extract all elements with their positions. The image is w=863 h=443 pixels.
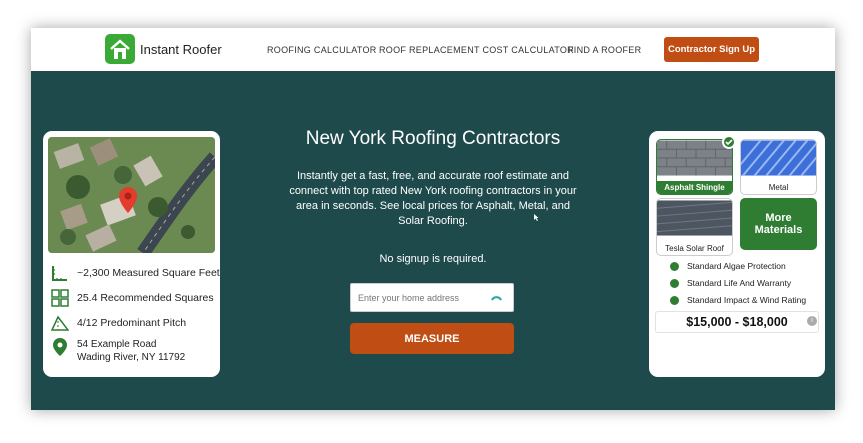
arrow-circle-icon — [670, 278, 679, 288]
top-nav: Instant Roofer ROOFING CALCULATOR ROOF R… — [31, 28, 835, 71]
feature-impact-text: Standard Impact & Wind Rating — [687, 295, 807, 305]
feature-impact: Standard Impact & Wind Rating — [670, 295, 806, 305]
feature-algae: Standard Algae Protection — [670, 261, 786, 271]
mouse-cursor-icon — [534, 214, 539, 221]
square-feet-value: ~2,300 Measured Square Feet — [77, 267, 220, 279]
nav-roof-replacement-calculator[interactable]: ROOF REPLACEMENT COST CALCULATOR — [379, 45, 574, 55]
material-tile-asphalt[interactable]: Asphalt Shingle — [656, 139, 733, 195]
tesla-solar-label: Tesla Solar Roof — [665, 244, 724, 253]
address-line-2: Wading River, NY 11792 — [77, 352, 186, 363]
map-pin-icon — [53, 338, 67, 356]
feature-warranty: Standard Life And Warranty — [670, 278, 791, 288]
logo-house-icon[interactable] — [105, 34, 135, 64]
metal-label: Metal — [768, 183, 789, 192]
info-icon[interactable]: i — [807, 316, 817, 326]
stat-squares: 25.4 Recommended Squares — [51, 289, 214, 307]
loading-spinner-icon — [491, 296, 502, 301]
address-line-1: 54 Example Road — [77, 339, 157, 350]
price-estimate: $15,000 - $18,000 — [655, 311, 819, 333]
squares-value: 25.4 Recommended Squares — [77, 292, 214, 304]
logo-text[interactable]: Instant Roofer — [140, 42, 222, 57]
asphalt-shingle-image — [657, 140, 732, 176]
ruler-icon — [52, 266, 67, 281]
measure-button[interactable]: MEASURE — [350, 323, 514, 354]
more-materials-line-1: More — [765, 212, 792, 224]
map-marker-icon — [119, 187, 137, 213]
nav-roofing-calculator[interactable]: ROOFING CALCULATOR — [267, 45, 377, 55]
more-materials-line-2: Materials — [754, 224, 803, 236]
feature-algae-text: Standard Algae Protection — [687, 261, 786, 271]
stat-pitch: 4/12 Predominant Pitch — [51, 314, 186, 332]
more-materials-button[interactable]: More Materials — [740, 198, 817, 250]
app-frame: Instant Roofer ROOFING CALCULATOR ROOF R… — [31, 28, 835, 410]
arrow-circle-icon — [670, 261, 679, 271]
arrow-circle-icon — [670, 295, 679, 305]
solar-roof-image — [657, 200, 732, 236]
stat-address: 54 Example Road Wading River, NY 11792 — [51, 338, 185, 364]
asphalt-label: Asphalt Shingle — [657, 181, 732, 194]
grid-squares-icon — [51, 289, 69, 307]
nav-find-a-roofer[interactable]: FIND A ROOFER — [568, 45, 641, 55]
materials-card: Asphalt Shingle Metal Tesla Solar Roof M… — [649, 131, 825, 377]
material-tile-metal[interactable]: Metal — [740, 139, 817, 195]
material-tile-tesla-solar[interactable]: Tesla Solar Roof — [656, 198, 733, 256]
contractor-signup-button[interactable]: Contractor Sign Up — [664, 37, 759, 62]
stat-square-feet: ~2,300 Measured Square Feet — [51, 264, 220, 282]
pitch-triangle-icon — [51, 315, 69, 331]
feature-warranty-text: Standard Life And Warranty — [687, 278, 792, 288]
metal-roof-image — [741, 140, 816, 177]
selected-check-icon — [722, 135, 736, 149]
aerial-map[interactable] — [48, 137, 215, 253]
pitch-value: 4/12 Predominant Pitch — [77, 317, 187, 329]
